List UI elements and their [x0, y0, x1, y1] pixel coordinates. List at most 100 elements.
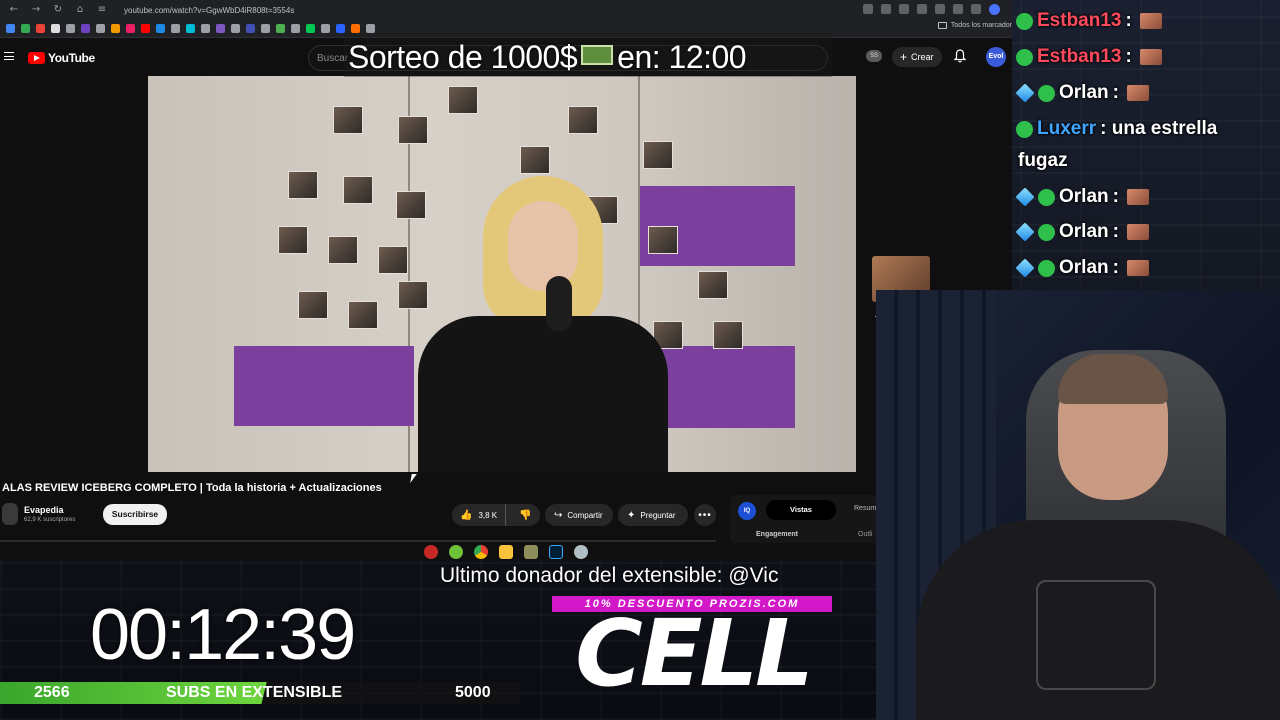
seventv-badge-icon [1038, 84, 1055, 102]
wall-photo [448, 86, 478, 114]
reload-icon[interactable]: ↻ [52, 4, 64, 16]
chat-emote-icon [1126, 260, 1149, 276]
star-icon[interactable] [917, 4, 927, 14]
app-icon[interactable] [449, 545, 463, 559]
obs-icon[interactable] [424, 545, 438, 559]
extension-icon[interactable] [935, 4, 945, 14]
extensions-puzzle-icon[interactable] [953, 4, 963, 14]
bookmark-icon[interactable] [171, 24, 180, 33]
hamburger-menu-icon[interactable] [4, 52, 14, 60]
like-dislike-group: 👍 3,8 K 👎 [452, 504, 540, 526]
profile-icon[interactable] [989, 4, 1000, 15]
bookmark-icon[interactable] [96, 24, 105, 33]
app-icon[interactable] [574, 545, 588, 559]
wall-photo [398, 116, 428, 144]
chat-username[interactable]: Orlan [1059, 186, 1109, 208]
bookmark-icon[interactable] [276, 24, 285, 33]
channel-avatar[interactable] [2, 503, 18, 525]
chat-username[interactable]: Estban13 [1037, 10, 1121, 32]
bookmark-icon[interactable] [246, 24, 255, 33]
divider [0, 540, 716, 542]
notifications-bell-icon[interactable] [954, 49, 966, 63]
bookmark-icon[interactable] [81, 24, 90, 33]
chat-message: Orlan: [1015, 82, 1149, 104]
seventv-badge-icon [1038, 259, 1055, 277]
share-label: Compartir [567, 510, 603, 520]
bookmark-icon[interactable] [291, 24, 300, 33]
chat-username[interactable]: Estban13 [1037, 46, 1121, 68]
chat-username[interactable]: Orlan [1059, 221, 1109, 243]
bookmark-icon[interactable] [66, 24, 75, 33]
chat-emote-icon [1126, 189, 1149, 205]
create-button[interactable]: + Crear [892, 47, 942, 67]
share-arrow-icon: ↪ [554, 509, 563, 521]
wall-photo [278, 226, 308, 254]
app-icon[interactable] [524, 545, 538, 559]
chat-text: : [1112, 257, 1119, 278]
bookmark-icon[interactable] [261, 24, 270, 33]
zoom-icon[interactable] [863, 4, 873, 14]
share-icon[interactable] [899, 4, 909, 14]
seventv-badge-icon [1016, 12, 1033, 30]
youtube-logo[interactable]: YouTube [28, 51, 95, 65]
bookmark-icon[interactable] [231, 24, 240, 33]
bookmark-icon[interactable] [6, 24, 15, 33]
vidiq-tab-summary[interactable]: Resum [854, 505, 876, 512]
bookmark-icon[interactable] [321, 24, 330, 33]
bookmark-icon[interactable] [351, 24, 360, 33]
photoshop-icon[interactable] [549, 545, 563, 559]
bookmark-icon[interactable] [156, 24, 165, 33]
x-bookmark-icon[interactable] [51, 24, 60, 33]
dislike-button[interactable]: 👎 [511, 510, 539, 521]
gmail-bookmark-icon[interactable] [36, 24, 45, 33]
subscribe-button[interactable]: Suscribirse [103, 504, 167, 525]
site-info-icon[interactable]: ≡ [96, 4, 108, 16]
youtube-bookmark-icon[interactable] [141, 24, 150, 33]
tab-search-icon[interactable] [971, 4, 981, 14]
giveaway-banner: Sorteo de 1000$ en: 12:00 [344, 33, 832, 77]
vidiq-tab-views[interactable]: Vistas [766, 500, 836, 520]
wall-photo [333, 106, 363, 134]
like-button[interactable]: 👍 3,8 K [452, 504, 507, 526]
all-bookmarks[interactable]: Todos los marcador [937, 22, 1012, 29]
money-bill-icon [581, 45, 614, 65]
chat-text: : [1125, 46, 1132, 67]
wall-photo [520, 146, 550, 174]
seventv-badge-icon [1038, 223, 1055, 241]
chat-text: : [1112, 221, 1119, 242]
back-icon[interactable]: ← [8, 4, 20, 16]
chat-username[interactable]: Orlan [1059, 82, 1109, 104]
bookmark-icon[interactable] [201, 24, 210, 33]
url-text[interactable]: youtube.com/watch?v=GgwWbD4iR808t=3554s [124, 6, 294, 15]
channel-name[interactable]: Evapedia [24, 505, 64, 515]
home-icon[interactable]: ⌂ [74, 4, 86, 16]
video-player[interactable] [148, 76, 856, 472]
bookmark-icon[interactable] [126, 24, 135, 33]
bookmark-icon[interactable] [336, 24, 345, 33]
more-dots-icon: ••• [698, 509, 712, 521]
bookmark-icon[interactable] [21, 24, 30, 33]
sub-badge-icon [1015, 83, 1035, 103]
bookmark-icon[interactable] [306, 24, 315, 33]
bookmark-icon[interactable] [216, 24, 225, 33]
stream-timer: 00:12:39 [90, 595, 356, 675]
chat-username[interactable]: Luxerr [1037, 118, 1096, 140]
vidiq-logo-icon[interactable]: IQ [738, 502, 756, 520]
account-avatar[interactable]: Evol [986, 47, 1006, 67]
share-button[interactable]: ↪ Compartir [545, 504, 613, 526]
subs-progress-bar: 2566 SUBS EN EXTENSIBLE 5000 [0, 682, 520, 704]
bookmark-icon[interactable] [186, 24, 195, 33]
ask-button[interactable]: ✦ Preguntar [618, 504, 688, 526]
bookmark-icon[interactable] [366, 24, 375, 33]
forward-icon[interactable]: → [30, 4, 42, 16]
more-actions-button[interactable]: ••• [694, 504, 716, 526]
chat-username[interactable]: Orlan [1059, 257, 1109, 279]
ss-badge[interactable]: SS [866, 50, 882, 62]
chrome-icon[interactable] [474, 545, 488, 559]
chat-text: : [1125, 10, 1132, 31]
vidiq-engagement-label: Engagement [756, 531, 799, 538]
file-explorer-icon[interactable] [499, 545, 513, 559]
cast-icon[interactable] [881, 4, 891, 14]
bookmark-icon[interactable] [111, 24, 120, 33]
subs-current: 2566 [34, 684, 70, 701]
